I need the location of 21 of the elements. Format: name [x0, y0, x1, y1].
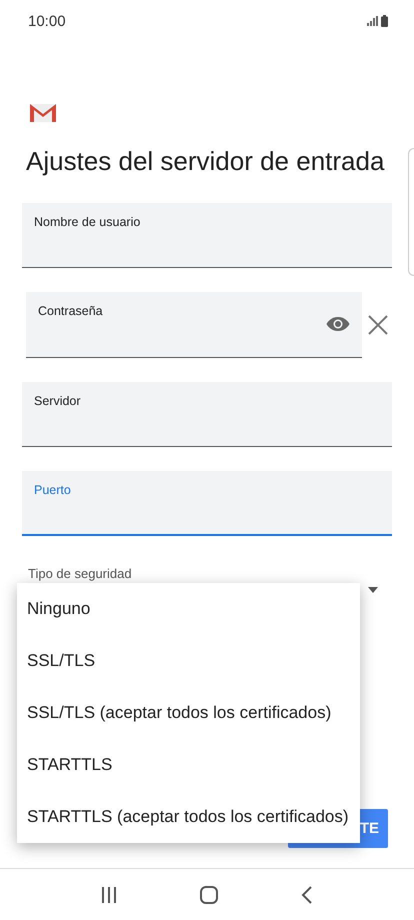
- menu-item[interactable]: STARTTLS (aceptar todos los certificados): [17, 791, 360, 843]
- input-field[interactable]: Servidor: [22, 382, 392, 447]
- input-field[interactable]: Nombre de usuario: [22, 203, 392, 268]
- close-icon[interactable]: [368, 315, 388, 335]
- status-time: 10:00: [28, 12, 66, 30]
- back-icon[interactable]: [300, 886, 313, 904]
- security-label: Tipo de seguridad: [28, 566, 133, 581]
- page-title: Ajustes del servidor de entrada: [26, 146, 386, 177]
- input-field[interactable]: Puerto: [22, 471, 392, 536]
- home-icon[interactable]: [200, 886, 218, 904]
- eye-icon[interactable]: [326, 316, 350, 332]
- menu-item[interactable]: SSL/TLS: [17, 635, 360, 687]
- menu-item[interactable]: SSL/TLS (aceptar todos los certificados): [17, 687, 360, 739]
- recent-apps-icon[interactable]: [101, 886, 118, 904]
- menu-item[interactable]: Ninguno: [17, 583, 360, 635]
- dropdown-caret-icon[interactable]: [368, 587, 378, 593]
- menu-item[interactable]: STARTTLS: [17, 739, 360, 791]
- mail-logo-icon: [30, 104, 56, 122]
- signal-icon: [367, 16, 378, 26]
- input-field[interactable]: Contraseña: [26, 292, 362, 358]
- battery-icon: [381, 15, 388, 27]
